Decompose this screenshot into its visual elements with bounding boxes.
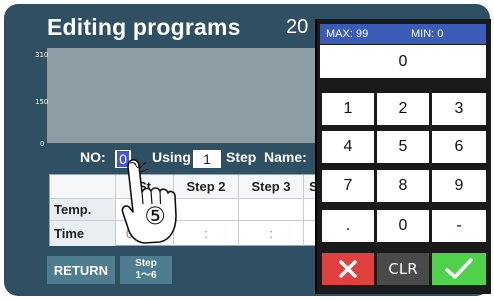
confirm-button[interactable]	[432, 253, 486, 285]
step-range-button[interactable]: Step 1～6	[120, 256, 172, 284]
key-3[interactable]: 3	[432, 93, 486, 125]
key-5[interactable]: 5	[377, 131, 429, 163]
key-1[interactable]: 1	[322, 93, 374, 125]
cancel-button[interactable]	[322, 253, 374, 285]
table-corner-cell	[50, 175, 116, 199]
keypad-min-label: MIN: 0	[411, 28, 444, 40]
step-range-label: Step	[135, 258, 157, 269]
keypad-display: 0	[320, 45, 486, 78]
table-header-step3: Step 3	[239, 175, 304, 199]
key-minus[interactable]: -	[432, 210, 486, 242]
step-range-value: 1～6	[135, 270, 157, 281]
clear-button[interactable]: CLR	[377, 253, 429, 285]
y-tick-label: 150	[35, 98, 49, 106]
key-8[interactable]: 8	[377, 170, 429, 202]
keypad-max-label: MAX: 99	[326, 28, 369, 40]
key-9[interactable]: 9	[432, 170, 486, 202]
keypad-range-bar: MAX: 99 MIN: 0	[320, 24, 486, 44]
table-row-label-temp: Temp.	[50, 199, 116, 221]
step-number-marker: ⑤	[144, 202, 166, 230]
key-6[interactable]: 6	[432, 131, 486, 163]
x-icon	[339, 260, 357, 278]
key-0[interactable]: 0	[377, 210, 429, 242]
step-label: Step	[226, 149, 257, 165]
program-no-label: NO:	[80, 149, 106, 165]
check-icon	[445, 258, 473, 279]
time-cell-step3[interactable]: :	[239, 221, 304, 246]
y-tick-label: 310	[35, 51, 49, 59]
table-row-label-time: Time	[50, 221, 116, 246]
key-2[interactable]: 2	[377, 93, 429, 125]
temperature-graph	[47, 48, 322, 143]
key-decimal[interactable]: .	[322, 210, 374, 242]
key-7[interactable]: 7	[322, 170, 374, 202]
y-tick-label: 0	[40, 140, 45, 148]
temp-cell-step3[interactable]	[239, 199, 304, 221]
name-label: Name:	[264, 149, 307, 165]
key-4[interactable]: 4	[322, 131, 374, 163]
return-button[interactable]: RETURN	[47, 256, 115, 284]
page-title: Editing programs	[47, 14, 241, 40]
date-display: 20	[286, 16, 309, 38]
